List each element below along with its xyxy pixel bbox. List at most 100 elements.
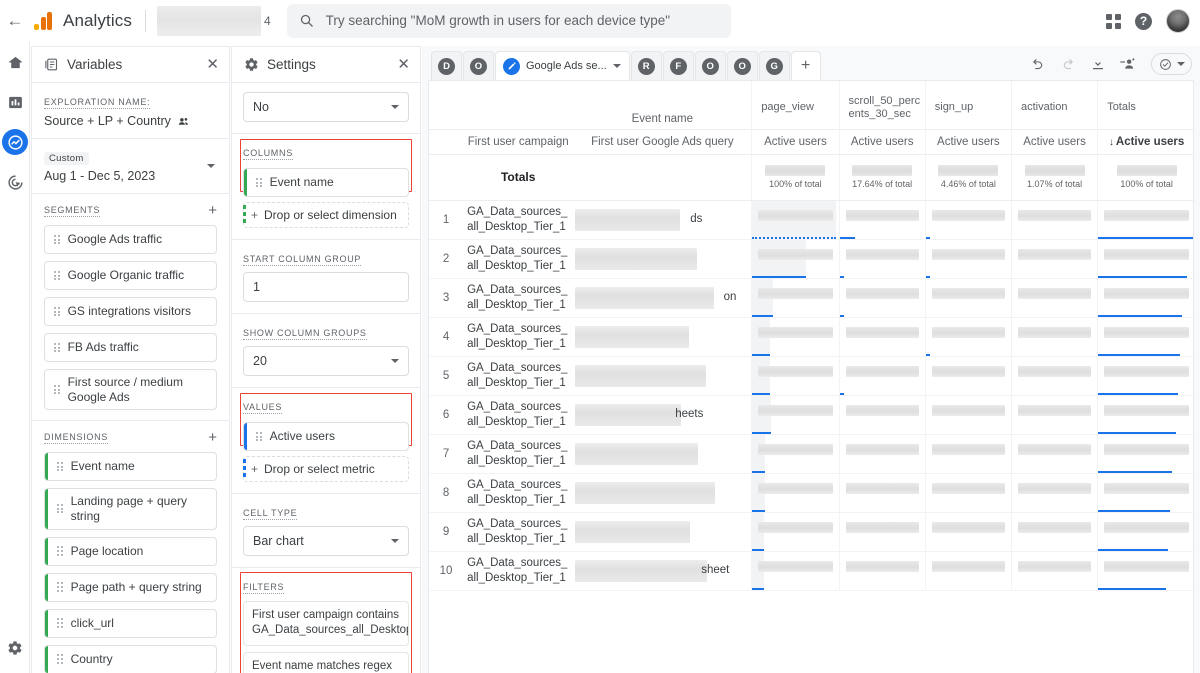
drag-handle-icon[interactable] xyxy=(57,462,63,471)
metric-header-page-view[interactable]: Active users xyxy=(752,129,839,154)
bar-chart-cell[interactable] xyxy=(752,317,839,356)
bar-chart-cell[interactable] xyxy=(1098,512,1194,551)
date-range-section[interactable]: Custom Aug 1 - Dec 5, 2023 xyxy=(32,139,229,194)
metric-header-activation[interactable]: Active users xyxy=(1011,129,1097,154)
search-input[interactable]: Try searching "MoM growth in users for e… xyxy=(287,4,731,38)
drag-handle-icon[interactable] xyxy=(256,178,262,187)
dimension-header-query[interactable]: First user Google Ads query xyxy=(573,129,751,154)
segment-item[interactable]: GS integrations visitors xyxy=(44,297,217,326)
top-select[interactable]: No xyxy=(243,92,409,122)
bar-chart-cell[interactable] xyxy=(752,200,839,239)
table-row[interactable]: 8GA_Data_sources_all_Desktop_Tier_1 xyxy=(429,473,1194,512)
dimension-item[interactable]: click_url xyxy=(44,609,217,638)
table-row[interactable]: 5GA_Data_sources_all_Desktop_Tier_1 xyxy=(429,356,1194,395)
bar-chart-cell[interactable] xyxy=(925,356,1011,395)
bar-chart-cell[interactable] xyxy=(1098,395,1194,434)
bar-chart-cell[interactable] xyxy=(752,512,839,551)
tab-f[interactable]: F xyxy=(663,51,694,80)
bar-chart-cell[interactable] xyxy=(1011,200,1097,239)
drag-handle-icon[interactable] xyxy=(57,654,63,663)
bar-chart-cell[interactable] xyxy=(925,278,1011,317)
chevron-down-icon[interactable] xyxy=(207,164,215,168)
filter-item[interactable]: Event name matches regex page_view|scrol… xyxy=(243,652,409,673)
drag-handle-icon[interactable] xyxy=(57,546,63,555)
dimension-item[interactable]: Event name xyxy=(44,452,217,481)
tab-o-3[interactable]: O xyxy=(727,51,758,80)
show-column-groups-select[interactable]: 20 xyxy=(243,346,409,376)
bar-chart-cell[interactable] xyxy=(925,200,1011,239)
help-icon[interactable]: ? xyxy=(1135,13,1152,30)
table-row[interactable]: 9GA_Data_sources_all_Desktop_Tier_1 xyxy=(429,512,1194,551)
bar-chart-cell[interactable] xyxy=(1011,278,1097,317)
status-dropdown[interactable] xyxy=(1151,53,1192,75)
dimension-item[interactable]: Landing page + query string xyxy=(44,488,217,529)
add-segment-button[interactable]: + xyxy=(208,203,217,218)
bar-chart-cell[interactable] xyxy=(925,512,1011,551)
undo-icon[interactable] xyxy=(1030,56,1046,72)
sidebar-item-advertising[interactable] xyxy=(0,162,30,202)
tab-d[interactable]: D xyxy=(431,51,462,80)
bar-chart-cell[interactable] xyxy=(752,356,839,395)
bar-chart-cell[interactable] xyxy=(1098,551,1194,590)
drag-handle-icon[interactable] xyxy=(57,618,63,627)
bar-chart-cell[interactable] xyxy=(839,317,925,356)
add-tab-button[interactable]: + xyxy=(791,51,821,80)
drag-handle-icon[interactable] xyxy=(256,432,262,441)
admin-gear-icon[interactable] xyxy=(0,633,30,663)
bar-chart-cell[interactable] xyxy=(1011,473,1097,512)
table-row[interactable]: 2GA_Data_sources_all_Desktop_Tier_1 xyxy=(429,239,1194,278)
user-avatar[interactable] xyxy=(1166,9,1190,33)
bar-chart-cell[interactable] xyxy=(925,395,1011,434)
redo-icon[interactable] xyxy=(1060,56,1076,72)
tab-google-ads-search[interactable]: Google Ads se... xyxy=(495,51,630,80)
sidebar-item-home[interactable] xyxy=(0,42,30,82)
bar-chart-cell[interactable] xyxy=(839,395,925,434)
table-row[interactable]: 7GA_Data_sources_all_Desktop_Tier_1 xyxy=(429,434,1194,473)
bar-chart-cell[interactable] xyxy=(839,551,925,590)
segment-item[interactable]: First source / medium Google Ads xyxy=(44,369,217,410)
bar-chart-cell[interactable] xyxy=(752,473,839,512)
columns-drop-slot[interactable]: + Drop or select dimension xyxy=(243,202,409,228)
metric-header-scroll[interactable]: Active users xyxy=(839,129,925,154)
bar-chart-cell[interactable] xyxy=(1011,356,1097,395)
bar-chart-cell[interactable] xyxy=(752,239,839,278)
bar-chart-cell[interactable] xyxy=(752,395,839,434)
bar-chart-cell[interactable] xyxy=(925,473,1011,512)
segment-item[interactable]: Google Ads traffic xyxy=(44,225,217,254)
filter-item[interactable]: First user campaign contains GA_Data_sou… xyxy=(243,601,409,646)
bar-chart-cell[interactable] xyxy=(839,200,925,239)
values-metric-chip[interactable]: Active users xyxy=(243,422,409,451)
tab-o-2[interactable]: O xyxy=(695,51,726,80)
close-icon[interactable]: ✕ xyxy=(206,57,219,72)
sidebar-item-explore[interactable] xyxy=(0,122,30,162)
bar-chart-cell[interactable] xyxy=(1011,395,1097,434)
bar-chart-cell[interactable] xyxy=(839,278,925,317)
drag-handle-icon[interactable] xyxy=(54,307,60,316)
bar-chart-cell[interactable] xyxy=(1098,278,1194,317)
add-dimension-button[interactable]: + xyxy=(208,430,217,445)
cell-type-select[interactable]: Bar chart xyxy=(243,526,409,556)
bar-chart-cell[interactable] xyxy=(1098,200,1194,239)
metric-header-sign-up[interactable]: Active users xyxy=(925,129,1011,154)
dimension-item[interactable]: Country xyxy=(44,645,217,673)
share-people-icon[interactable] xyxy=(177,115,190,128)
bar-chart-cell[interactable] xyxy=(752,278,839,317)
bar-chart-cell[interactable] xyxy=(839,434,925,473)
bar-chart-cell[interactable] xyxy=(1098,473,1194,512)
download-icon[interactable] xyxy=(1090,56,1106,72)
dimension-header-campaign[interactable]: First user campaign xyxy=(463,129,573,154)
dimension-item[interactable]: Page location xyxy=(44,537,217,566)
values-drop-slot[interactable]: + Drop or select metric xyxy=(243,456,409,482)
bar-chart-cell[interactable] xyxy=(1098,434,1194,473)
drag-handle-icon[interactable] xyxy=(54,343,60,352)
dimension-item[interactable]: Page path + query string xyxy=(44,573,217,602)
drag-handle-icon[interactable] xyxy=(57,504,63,513)
table-row[interactable]: 10GA_Data_sources_all_Desktop_Tier_1shee… xyxy=(429,551,1194,590)
bar-chart-cell[interactable] xyxy=(1011,512,1097,551)
bar-chart-cell[interactable] xyxy=(1098,356,1194,395)
tab-g[interactable]: G xyxy=(759,51,790,80)
metric-header-totals-sorted[interactable]: ↓Active users xyxy=(1098,129,1194,154)
share-person-icon[interactable] xyxy=(1120,56,1137,72)
bar-chart-cell[interactable] xyxy=(752,551,839,590)
drag-handle-icon[interactable] xyxy=(54,235,60,244)
